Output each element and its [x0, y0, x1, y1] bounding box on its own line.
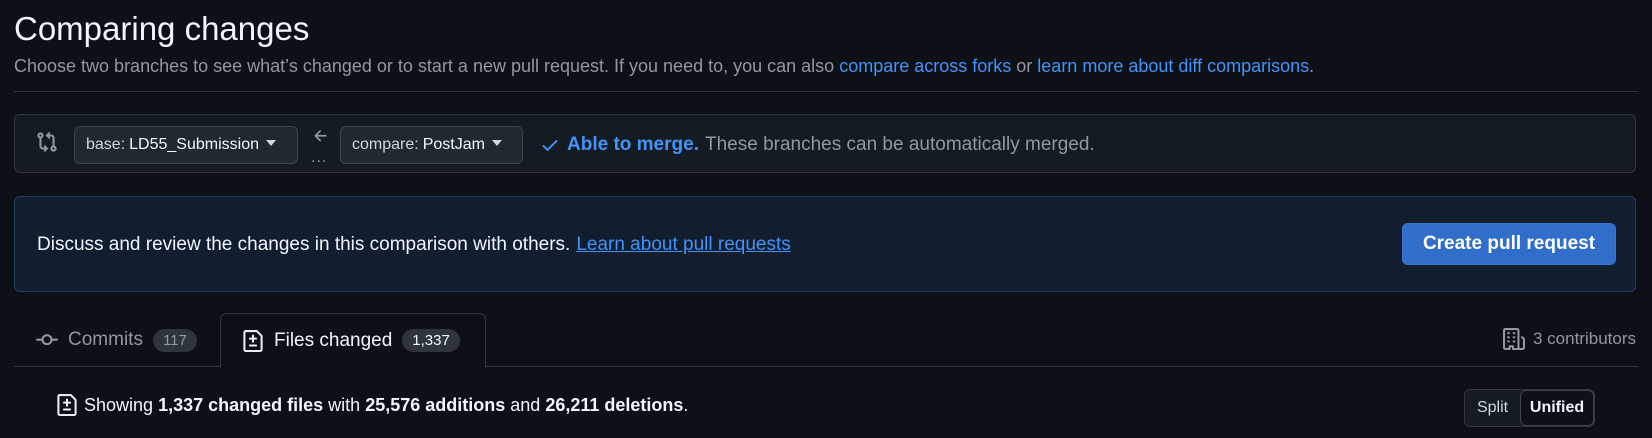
summary-files: 1,337 changed files	[158, 394, 324, 415]
summary-with: with	[328, 394, 361, 415]
base-branch-selector[interactable]: base: LD55_Submission	[74, 126, 298, 164]
learn-diff-link[interactable]: learn more about diff comparisons	[1037, 56, 1309, 76]
summary-showing: Showing	[84, 394, 154, 415]
compare-branch-selector[interactable]: compare: PostJam	[340, 126, 523, 164]
create-pull-request-button[interactable]: Create pull request	[1402, 223, 1616, 265]
chevron-down-icon	[491, 140, 502, 146]
range-editor: base: LD55_Submission ... compare: PostJ…	[14, 114, 1636, 173]
diff-summary: Showing 1,337 changed files with 25,576 …	[56, 394, 688, 416]
merge-status: Able to merge. These branches can be aut…	[540, 134, 1095, 156]
git-commit-icon	[36, 334, 58, 346]
contributors-label: 3 contributors	[1533, 329, 1636, 348]
git-compare-icon	[37, 131, 57, 153]
summary-additions: 25,576 additions	[365, 394, 506, 415]
summary-deletions: 26,211 deletions	[545, 394, 684, 415]
commits-counter: 117	[152, 328, 197, 352]
callout-message: Discuss and review the changes in this c…	[37, 234, 571, 255]
compare-forks-link[interactable]: compare across forks	[839, 56, 1011, 76]
merge-description: These branches can be automatically merg…	[704, 134, 1095, 155]
compare-page: Comparing changes Choose two branches to…	[0, 0, 1652, 438]
diff-view-toggle: Split Unified	[1464, 389, 1595, 427]
files-counter: 1,337	[402, 329, 460, 352]
tab-commits[interactable]: Commits 117	[36, 313, 197, 367]
page-subtitle: Choose two branches to see what’s change…	[14, 56, 1314, 77]
range-dots: ...	[311, 149, 328, 166]
page-title: Comparing changes	[14, 10, 310, 47]
check-icon	[542, 140, 558, 151]
header-divider	[14, 91, 1638, 92]
base-prefix: base:	[86, 136, 126, 153]
merge-able-label: Able to merge.	[567, 134, 699, 155]
head-ref: PostJam	[422, 136, 485, 153]
head-prefix: compare:	[352, 136, 419, 153]
file-diff-icon	[57, 394, 77, 416]
summary-and: and	[510, 394, 541, 415]
summary-period: .	[683, 394, 689, 415]
subtitle-text: Choose two branches to see what’s change…	[14, 56, 835, 76]
chevron-down-icon	[266, 140, 276, 146]
subtitle-or: or	[1016, 56, 1033, 76]
tab-files-changed[interactable]: Files changed 1,337	[220, 313, 486, 368]
unified-view-button[interactable]: Unified	[1520, 390, 1594, 426]
pull-request-callout: Discuss and review the changes in this c…	[14, 196, 1636, 292]
learn-pull-requests-link[interactable]: Learn about pull requests	[576, 234, 790, 255]
tab-commits-label: Commits	[68, 329, 143, 350]
contributors-link[interactable]: 3 contributors	[1503, 328, 1636, 350]
base-ref: LD55_Submission	[129, 136, 259, 153]
subtitle-period: .	[1309, 56, 1315, 76]
file-diff-icon	[243, 329, 263, 352]
callout-text: Discuss and review the changes in this c…	[37, 234, 791, 256]
split-view-button[interactable]: Split	[1465, 390, 1520, 426]
arrow-left-icon	[314, 130, 327, 142]
tab-files-label: Files changed	[274, 329, 393, 351]
organization-icon	[1503, 328, 1525, 350]
